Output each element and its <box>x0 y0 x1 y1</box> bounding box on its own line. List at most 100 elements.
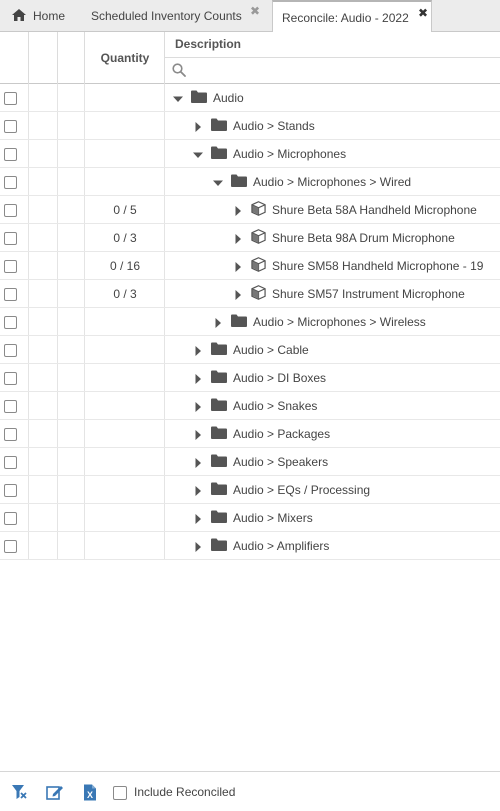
svg-text:X: X <box>87 790 93 800</box>
row-select-cell <box>0 168 28 196</box>
row-checkbox[interactable] <box>4 540 17 553</box>
tree-node: Audio > Speakers <box>193 448 328 476</box>
column-header-quantity[interactable]: Quantity <box>85 32 165 84</box>
tree-node-label[interactable]: Audio > Packages <box>233 427 330 441</box>
row-checkbox[interactable] <box>4 344 17 357</box>
tree-node-label[interactable]: Audio > Snakes <box>233 399 317 413</box>
row-checkbox[interactable] <box>4 316 17 329</box>
tab-home[interactable]: Home <box>12 0 72 32</box>
tree-node-label[interactable]: Audio <box>213 91 244 105</box>
table-row[interactable]: Audio > Microphones > Wireless <box>0 308 500 336</box>
row-checkbox[interactable] <box>4 120 17 133</box>
caret-right-icon[interactable] <box>193 401 203 412</box>
row-checkbox[interactable] <box>4 204 17 217</box>
tab-reconcile-audio-2022[interactable]: Reconcile: Audio - 2022 ✖ <box>272 0 432 33</box>
tree-node-label[interactable]: Audio > Mixers <box>233 511 313 525</box>
row-checkbox[interactable] <box>4 232 17 245</box>
tree-node-label[interactable]: Shure Beta 58A Handheld Microphone <box>272 203 477 217</box>
tree-node-label[interactable]: Audio > DI Boxes <box>233 371 326 385</box>
caret-right-icon[interactable] <box>193 429 203 440</box>
edit-icon[interactable] <box>46 784 64 803</box>
table-row[interactable]: Audio > Amplifiers <box>0 532 500 560</box>
row-quantity <box>85 448 165 476</box>
tree-node: Audio > Snakes <box>193 392 317 420</box>
caret-right-icon[interactable] <box>193 513 203 524</box>
row-checkbox[interactable] <box>4 428 17 441</box>
tree-node-label[interactable]: Shure Beta 98A Drum Microphone <box>272 231 455 245</box>
row-checkbox[interactable] <box>4 456 17 469</box>
tree-node-label[interactable]: Audio > Cable <box>233 343 309 357</box>
footer-toolbar: X Include Reconciled <box>0 771 500 811</box>
caret-right-icon[interactable] <box>233 233 243 244</box>
table-row[interactable]: 0 / 3 Shure SM57 Instrument Microphone <box>0 280 500 308</box>
caret-right-icon[interactable] <box>193 541 203 552</box>
description-search-input[interactable] <box>189 60 489 80</box>
tree-node-label[interactable]: Audio > Amplifiers <box>233 539 329 553</box>
row-checkbox[interactable] <box>4 372 17 385</box>
table-row[interactable]: Audio > EQs / Processing <box>0 476 500 504</box>
tree-node: Shure Beta 98A Drum Microphone <box>233 224 455 252</box>
row-select-cell <box>0 84 28 112</box>
caret-down-icon[interactable] <box>173 93 183 103</box>
table-row[interactable]: Audio > Microphones > Wired <box>0 168 500 196</box>
table-row[interactable]: Audio > Mixers <box>0 504 500 532</box>
caret-right-icon[interactable] <box>193 373 203 384</box>
folder-icon <box>211 370 227 386</box>
row-checkbox[interactable] <box>4 288 17 301</box>
table-row[interactable]: Audio > Cable <box>0 336 500 364</box>
clear-filter-icon[interactable] <box>11 784 27 803</box>
close-icon[interactable]: ✖ <box>418 7 428 19</box>
table-row[interactable]: Audio > Stands <box>0 112 500 140</box>
caret-right-icon[interactable] <box>233 289 243 300</box>
table-row[interactable]: 0 / 16 Shure SM58 Handheld Microphone - 1… <box>0 252 500 280</box>
caret-right-icon[interactable] <box>233 205 243 216</box>
excel-export-icon[interactable]: X <box>83 784 97 804</box>
table-row[interactable]: Audio > DI Boxes <box>0 364 500 392</box>
folder-icon <box>211 398 227 414</box>
row-checkbox[interactable] <box>4 148 17 161</box>
cube-icon <box>251 229 266 247</box>
cube-icon <box>251 257 266 275</box>
row-quantity <box>85 392 165 420</box>
row-select-cell <box>0 196 28 224</box>
row-checkbox[interactable] <box>4 260 17 273</box>
caret-right-icon[interactable] <box>193 121 203 132</box>
table-row[interactable]: 0 / 3 Shure Beta 98A Drum Microphone <box>0 224 500 252</box>
table-row[interactable]: Audio > Speakers <box>0 448 500 476</box>
caret-right-icon[interactable] <box>213 317 223 328</box>
tree-node-label[interactable]: Shure SM58 Handheld Microphone - 19 <box>272 259 483 273</box>
folder-icon <box>211 118 227 134</box>
row-checkbox[interactable] <box>4 512 17 525</box>
caret-right-icon[interactable] <box>193 485 203 496</box>
tree-node-label[interactable]: Shure SM57 Instrument Microphone <box>272 287 465 301</box>
tree-node-label[interactable]: Audio > Microphones > Wired <box>253 175 411 189</box>
row-checkbox[interactable] <box>4 484 17 497</box>
row-checkbox[interactable] <box>4 400 17 413</box>
caret-down-icon[interactable] <box>193 149 203 159</box>
table-row[interactable]: Audio > Packages <box>0 420 500 448</box>
table-row[interactable]: 0 / 5 Shure Beta 58A Handheld Microphone <box>0 196 500 224</box>
tree-node-label[interactable]: Audio > Microphones <box>233 147 346 161</box>
row-select-cell <box>0 448 28 476</box>
tree-node-label[interactable]: Audio > EQs / Processing <box>233 483 370 497</box>
tab-scheduled-inventory-counts[interactable]: Scheduled Inventory Counts <box>91 0 261 32</box>
table-row[interactable]: Audio > Microphones <box>0 140 500 168</box>
include-reconciled-checkbox[interactable] <box>113 786 127 800</box>
table-row[interactable]: Audio > Snakes <box>0 392 500 420</box>
caret-right-icon[interactable] <box>193 457 203 468</box>
row-checkbox[interactable] <box>4 92 17 105</box>
table-row[interactable]: Audio <box>0 84 500 112</box>
row-quantity <box>85 420 165 448</box>
tree-node-label[interactable]: Audio > Speakers <box>233 455 328 469</box>
row-select-cell <box>0 504 28 532</box>
tree-node-label[interactable]: Audio > Stands <box>233 119 315 133</box>
column-header-description[interactable]: Description <box>175 37 241 51</box>
caret-right-icon[interactable] <box>233 261 243 272</box>
tree-node: Audio > DI Boxes <box>193 364 326 392</box>
caret-right-icon[interactable] <box>193 345 203 356</box>
tree-node: Shure SM57 Instrument Microphone <box>233 280 465 308</box>
close-icon[interactable]: ✖ <box>250 5 260 17</box>
tree-node-label[interactable]: Audio > Microphones > Wireless <box>253 315 426 329</box>
row-checkbox[interactable] <box>4 176 17 189</box>
caret-down-icon[interactable] <box>213 177 223 187</box>
